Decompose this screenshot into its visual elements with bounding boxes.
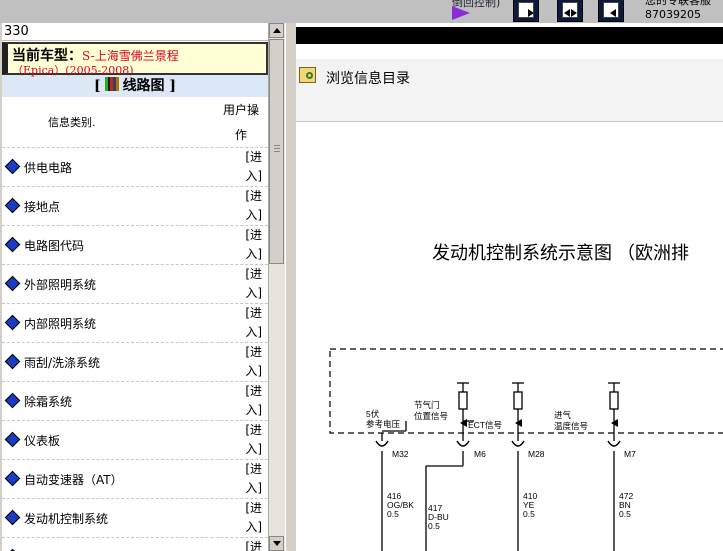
enter-link[interactable]: [进入] [238,148,262,186]
diamond-bullet-icon [4,158,21,175]
next-icon [518,2,534,18]
diamond-bullet-icon [4,275,21,292]
arrow-up-icon [273,28,281,33]
enter-link[interactable]: [进入] [238,499,262,537]
enter-link[interactable]: [进入] [238,460,262,498]
pin-m7-label: M7 [624,449,636,459]
diamond-bullet-icon [4,431,21,448]
banner-title: 线路图 ] [122,78,177,94]
grip-icon [274,145,280,153]
model-label: 当前车型： [12,48,82,64]
top-toolbar: 倒回控制) 您的专联客服 87039205 [0,0,723,23]
wire-410-label: 410 YE 0.5 [523,491,537,519]
list-item[interactable]: 接地点 [进入] [2,187,268,226]
browse-catalog-link[interactable]: 浏览信息目录 [326,68,410,88]
list-item[interactable]: 自动变速器（AT） [进入] [2,460,268,499]
next-page-button[interactable] [513,0,539,22]
list-item[interactable]: 除霜系统 [进入] [2,382,268,421]
diamond-bullet-icon [4,353,21,370]
browse-bar: 浏览信息目录 [296,59,723,122]
list-item-label[interactable]: 发动机控制系统 [24,510,108,527]
header-user-op: 用户操作 [223,103,260,142]
viewer-header-bar [296,27,723,44]
list-item-label[interactable]: 供电电路 [24,159,72,176]
enter-link[interactable]: [进入] [238,538,262,551]
current-model-box: 当前车型：S-上海雪佛兰景程 （Epica）(2005-2008) [2,42,268,77]
play-arrow-icon[interactable] [452,6,470,20]
list-item[interactable]: 内部照明系统 [进入] [2,304,268,343]
pin-m32-label: M32 [392,449,409,459]
enter-link[interactable]: [进入] [238,304,262,342]
sidebar: 330 当前车型：S-上海雪佛兰景程 （Epica）(2005-2008) [ 线… [2,23,268,551]
wire-416-label: 416 OG/BK 0.5 [387,491,414,519]
diamond-bullet-icon [4,392,21,409]
previous-icon [603,2,619,18]
list-item-label[interactable]: 内部照明系统 [24,315,96,332]
contact-label: 您的专联客服 [645,0,711,7]
scroll-up-button[interactable] [269,23,284,38]
banner-bracket: [ [93,78,101,94]
previous-page-button[interactable] [598,0,624,22]
list-item-label[interactable]: 接地点 [24,198,60,215]
enter-link[interactable]: [进入] [238,265,262,303]
wiring-diagram: 发动机控制系统示意图 （欧洲排 5伏参考电压 节气门位置信号 ECT信号 进气温… [329,243,723,551]
intake-signal-label: 进气温度信号 [554,410,588,431]
browse-folder-icon[interactable] [299,67,316,83]
record-count: 330 [2,23,268,41]
enter-link[interactable]: [进入] [238,343,262,381]
scroll-down-button[interactable] [269,536,284,551]
list-item[interactable]: 外部照明系统 [进入] [2,265,268,304]
list-item[interactable]: 供电电路 [进入] [2,148,268,187]
list-item[interactable]: [进入] [2,538,268,551]
enter-link[interactable]: [进入] [238,382,262,420]
books-icon [104,77,119,91]
list-item[interactable]: 电路图代码 [进入] [2,226,268,265]
contact-info: 您的专联客服 87039205 [645,0,711,22]
list-header: 信息类别. 用户操作 [2,97,268,148]
wire-417-label: 417 D-BU 0.5 [428,503,449,531]
split-icon [562,2,578,18]
list-item-label[interactable]: 仪表板 [24,432,60,449]
diamond-bullet-icon [4,509,21,526]
diamond-bullet-icon [4,470,21,487]
list-item-label[interactable]: 雨刮/洗涤系统 [24,354,100,371]
ect-signal-label: ECT信号 [468,420,502,430]
ref-voltage-label: 5伏参考电压 [366,409,401,429]
wire-lines [381,451,615,551]
pin-m28-label: M28 [528,449,545,459]
split-view-button[interactable] [557,0,583,22]
sidebar-scrollbar[interactable] [268,23,285,551]
throttle-signal-label: 节气门位置信号 [414,400,448,421]
list-item-label[interactable]: 电路图代码 [24,237,84,254]
list-item-label[interactable]: 自动变速器（AT） [24,471,123,488]
diamond-bullet-icon [4,314,21,331]
pin-m6-label: M6 [474,449,486,459]
header-category: 信息类别. [48,116,96,129]
list-item-label[interactable]: 外部照明系统 [24,276,96,293]
diagram-title: 发动机控制系统示意图 （欧洲排 [432,243,689,263]
list-item[interactable]: 发动机控制系统 [进入] [2,499,268,538]
arrow-down-icon [273,541,281,546]
enter-link[interactable]: [进入] [238,187,262,225]
connector-pins [375,440,621,447]
scrollbar-thumb[interactable] [269,39,284,264]
enter-link[interactable]: [进入] [238,226,262,264]
section-banner: [ 线路图 ] [2,75,268,97]
enter-link[interactable]: [进入] [238,421,262,459]
document-viewer: 浏览信息目录 发动机控制系统示意图 （欧洲排 5伏参考电压 节气门位置信号 EC… [296,23,723,551]
diamond-bullet-icon [4,197,21,214]
list-item-label[interactable]: 除霜系统 [24,393,72,410]
list-item[interactable]: 仪表板 [进入] [2,421,268,460]
contact-number: 87039205 [645,8,701,21]
model-value: S-上海雪佛兰景程 [82,49,179,63]
model-years: （Epica）(2005-2008) [12,64,134,77]
list-item[interactable]: 雨刮/洗涤系统 [进入] [2,343,268,382]
diamond-bullet-icon [4,236,21,253]
wire-472-label: 472 BN 0.5 [619,491,633,519]
